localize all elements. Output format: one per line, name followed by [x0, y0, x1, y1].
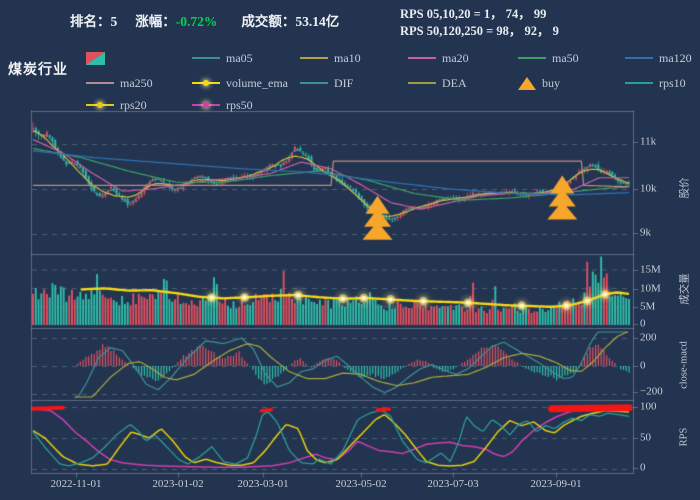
- x-tick-date: 2023-09-01: [530, 478, 581, 490]
- x-tick-date: 2023-01-02: [152, 478, 203, 490]
- panel-ylabel: 成交量: [677, 273, 692, 305]
- y-tick-rps-0: 0: [640, 463, 646, 474]
- x-tick-date: 2023-05-02: [335, 478, 386, 490]
- y-tick-macd-0: 0: [640, 361, 646, 372]
- panel-ylabel: RPS: [679, 428, 690, 447]
- y-tick-volume-10M: 10M: [640, 284, 661, 295]
- y-tick-rps-50: 50: [640, 433, 651, 444]
- y-tick-price-9k: 9k: [640, 228, 651, 239]
- x-tick-date: 2022-11-01: [51, 478, 102, 490]
- panel-ylabel: 股价: [677, 178, 692, 199]
- y-tick-rps-100: 100: [640, 402, 657, 413]
- y-tick-volume-15M: 15M: [640, 265, 661, 276]
- chart-canvas[interactable]: [0, 0, 700, 500]
- y-tick-macd-200: 200: [640, 333, 657, 344]
- y-tick-volume-0: 0: [640, 319, 646, 330]
- x-tick-date: 2023-03-01: [237, 478, 288, 490]
- y-tick-price-10k: 10k: [640, 184, 657, 195]
- y-tick-price-11k: 11k: [640, 137, 656, 148]
- coal-industry-chart-app: 排名：5涨幅：-0.72%成交额：53.14亿 RPS 05,10,20 = 1…: [0, 0, 700, 500]
- panel-ylabel: close-macd: [679, 341, 690, 389]
- x-tick-date: 2023-07-03: [427, 478, 478, 490]
- y-tick-macd-−200: −200: [640, 387, 663, 398]
- y-tick-volume-5M: 5M: [640, 302, 655, 313]
